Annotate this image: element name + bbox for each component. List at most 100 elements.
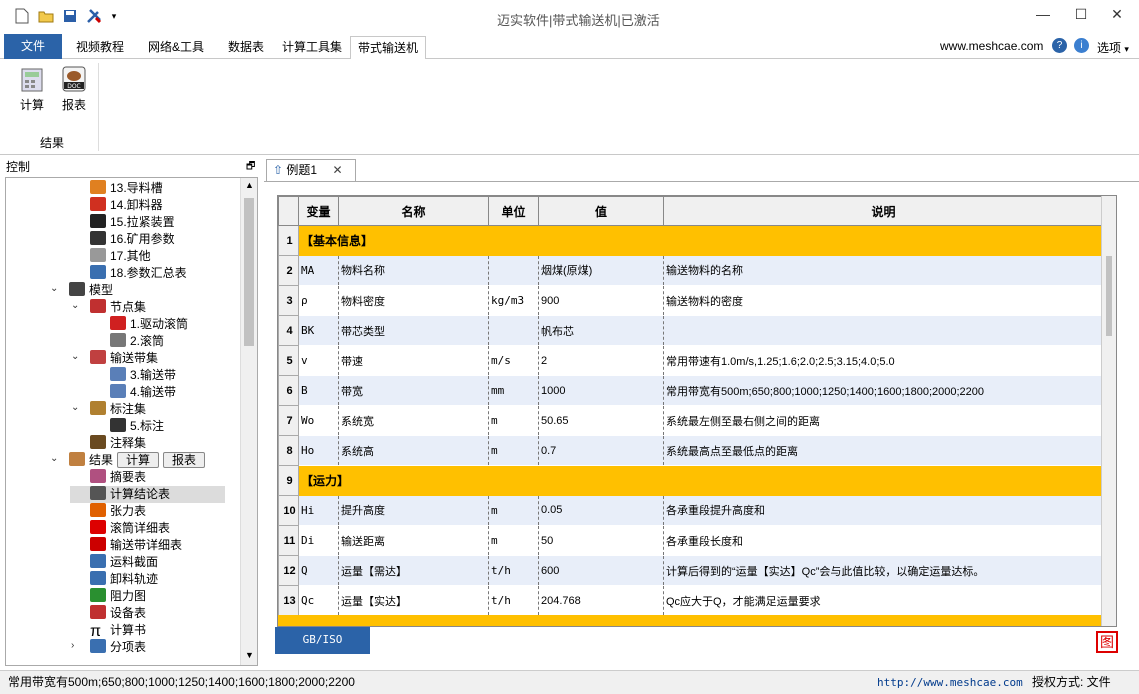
cell-desc[interactable]: 常用带速有1.0m/s,1.25;1.6;2.0;2.5;3.15;4.0;5.… xyxy=(663,345,1104,376)
tree-item[interactable]: 1.驱动滚筒 xyxy=(110,316,188,333)
tree-item[interactable]: 13.导料槽 xyxy=(90,180,163,197)
table-row[interactable]: 11 Di 输送距离 m 50 各承重段长度和 xyxy=(278,525,1104,556)
maximize-icon[interactable]: ☐ xyxy=(1071,6,1091,26)
tree-item[interactable]: 2.滚筒 xyxy=(110,333,164,350)
tree-item[interactable]: 3.输送带 xyxy=(110,367,176,384)
site-link[interactable]: www.meshcae.com xyxy=(940,39,1043,53)
col-header-desc[interactable]: 说明 xyxy=(663,196,1104,226)
cell-desc[interactable] xyxy=(663,315,1104,346)
minimize-icon[interactable]: — xyxy=(1033,6,1053,26)
cell-name[interactable]: 系统宽 xyxy=(338,405,489,436)
cell-var[interactable]: ρ xyxy=(298,285,339,316)
cell-unit[interactable]: m xyxy=(488,405,539,436)
chart-icon[interactable]: 图 xyxy=(1096,631,1118,653)
tree-item[interactable]: 张力表 xyxy=(90,503,146,520)
table-row[interactable]: 5 v 带速 m/s 2 常用带速有1.0m/s,1.25;1.6;2.0;2.5;3.1… xyxy=(278,345,1104,376)
pin-icon[interactable]: 🗗 xyxy=(246,158,255,176)
report-button[interactable]: DOC 报表 xyxy=(58,65,90,113)
cell-var[interactable]: BK xyxy=(298,315,339,346)
scroll-up-icon[interactable]: ▲ xyxy=(245,180,254,190)
close-icon[interactable]: ✕ xyxy=(1107,6,1127,26)
tree-item[interactable]: 节点集 xyxy=(90,299,146,316)
calc-button[interactable]: 计算 xyxy=(16,65,48,113)
cell-name[interactable]: 运量【实达】 xyxy=(338,585,489,616)
cell-var[interactable]: v xyxy=(298,345,339,376)
col-header-name[interactable]: 名称 xyxy=(338,196,489,226)
cell-unit[interactable] xyxy=(488,315,539,346)
tree-item[interactable]: 输送带详细表 xyxy=(90,537,182,554)
tree-item[interactable]: 摘要表 xyxy=(90,469,146,486)
cell-unit[interactable]: t/h xyxy=(488,555,539,586)
tree-item[interactable]: 4.输送带 xyxy=(110,384,176,401)
close-tab-icon[interactable]: ✕ xyxy=(332,163,342,177)
expand-icon[interactable]: ⌄ xyxy=(50,283,58,294)
save-icon[interactable] xyxy=(62,8,78,24)
tools-icon[interactable] xyxy=(86,8,102,24)
cell-value[interactable]: 600 xyxy=(538,555,664,586)
tree-calc-button[interactable]: 计算 xyxy=(117,452,160,468)
cell-unit[interactable]: m xyxy=(488,495,539,526)
table-scroll-thumb[interactable] xyxy=(1106,256,1112,336)
tree-item[interactable]: 标注集 xyxy=(90,401,146,418)
table-row[interactable]: 2 MA 物料名称 烟煤(原煤) 输送物料的名称 xyxy=(278,255,1104,286)
new-file-icon[interactable] xyxy=(14,8,30,24)
tree-item[interactable]: 卸料轨迹 xyxy=(90,571,158,588)
cell-desc[interactable]: 系统最左侧至最右侧之间的距离 xyxy=(663,405,1104,436)
cell-desc[interactable]: 系统最高点至最低点的距离 xyxy=(663,435,1104,466)
cell-name[interactable]: 带芯类型 xyxy=(338,315,489,346)
cell-desc[interactable]: 输送物料的名称 xyxy=(663,255,1104,286)
tree-item[interactable]: 18.参数汇总表 xyxy=(90,265,187,282)
cell-value[interactable]: 帆布芯 xyxy=(538,315,664,346)
cell-desc[interactable]: 输送物料的密度 xyxy=(663,285,1104,316)
tree-item[interactable]: 注释集 xyxy=(90,435,146,452)
status-url[interactable]: http://www.meshcae.com xyxy=(877,674,1023,692)
cell-name[interactable]: 带宽 xyxy=(338,375,489,406)
tree-report-button[interactable]: 报表 xyxy=(163,452,206,468)
cell-var[interactable]: Qc xyxy=(298,585,339,616)
tab-datasheet[interactable]: 数据表 xyxy=(220,36,272,59)
tree-item[interactable]: 17.其他 xyxy=(90,248,151,265)
cell-value[interactable]: 50.65 xyxy=(538,405,664,436)
cell-value[interactable]: 2 xyxy=(538,345,664,376)
tree-item[interactable]: 输送带集 xyxy=(90,350,158,367)
tree-item[interactable]: 15.拉紧装置 xyxy=(90,214,175,231)
tree-item[interactable]: 运料截面 xyxy=(90,554,158,571)
tree-scrollbar[interactable]: ▲ ▼ xyxy=(240,178,257,665)
cell-value[interactable]: 900 xyxy=(538,285,664,316)
col-header-value[interactable]: 值 xyxy=(538,196,664,226)
tree-item[interactable]: 计算结论表 xyxy=(70,486,225,503)
tab-file[interactable]: 文件 xyxy=(4,34,62,59)
table-scrollbar[interactable] xyxy=(1101,196,1116,626)
cell-var[interactable]: Di xyxy=(298,525,339,556)
tree-item[interactable]: 滚筒详细表 xyxy=(90,520,170,537)
cell-var[interactable]: MA xyxy=(298,255,339,286)
expand-icon[interactable]: ⌄ xyxy=(71,300,79,311)
cell-value[interactable]: 烟煤(原煤) xyxy=(538,255,664,286)
col-header-var[interactable]: 变量 xyxy=(298,196,339,226)
cell-value[interactable]: 204.768 xyxy=(538,585,664,616)
cell-var[interactable]: B xyxy=(298,375,339,406)
tree-item[interactable]: 阻力图 xyxy=(90,588,146,605)
cell-desc[interactable]: 计算后得到的“运量【实达】Qc”会与此值比较，以确定运量达标。 xyxy=(663,555,1104,586)
gb-iso-tab[interactable]: GB/ISO xyxy=(275,627,370,654)
table-row[interactable]: 4 BK 带芯类型 帆布芯 xyxy=(278,315,1104,346)
cell-unit[interactable]: m/s xyxy=(488,345,539,376)
cell-name[interactable]: 系统高 xyxy=(338,435,489,466)
cell-var[interactable]: Q xyxy=(298,555,339,586)
options-menu[interactable]: 选项 ▾ xyxy=(1097,39,1129,56)
cell-name[interactable]: 输送距离 xyxy=(338,525,489,556)
col-header-unit[interactable]: 单位 xyxy=(488,196,539,226)
expand-icon[interactable]: ⌄ xyxy=(71,351,79,362)
tab-video[interactable]: 视频教程 xyxy=(68,36,132,59)
cell-name[interactable]: 提升高度 xyxy=(338,495,489,526)
tab-network-tools[interactable]: 网络&工具 xyxy=(140,36,212,59)
cell-value[interactable]: 0.7 xyxy=(538,435,664,466)
help-icon[interactable]: ? xyxy=(1052,38,1067,53)
table-row[interactable]: 1 【基本信息】 xyxy=(278,225,1104,256)
expand-icon[interactable]: ⌄ xyxy=(50,453,58,464)
scroll-thumb[interactable] xyxy=(244,198,254,346)
tab-calc-tools[interactable]: 计算工具集 xyxy=(278,36,346,59)
table-row[interactable]: 8 Ho 系统高 m 0.7 系统最高点至最低点的距离 xyxy=(278,435,1104,466)
open-folder-icon[interactable] xyxy=(38,8,54,24)
tree-item[interactable]: 14.卸料器 xyxy=(90,197,163,214)
